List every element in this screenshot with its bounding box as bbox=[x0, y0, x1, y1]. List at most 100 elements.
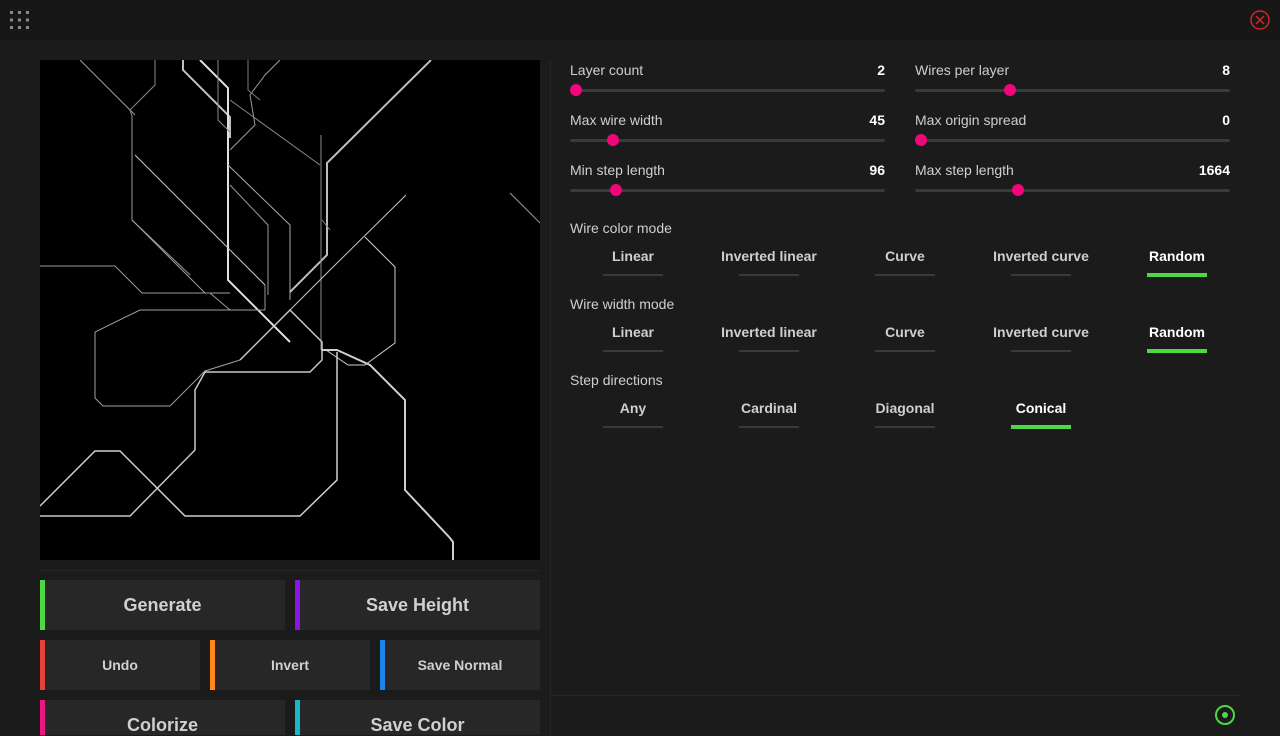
top-bar bbox=[0, 0, 1280, 40]
option-label: Cardinal bbox=[740, 400, 797, 416]
layer-count-label: Layer count bbox=[570, 62, 644, 78]
wire-preview-canvas[interactable] bbox=[39, 59, 541, 560]
max-origin-spread-track[interactable] bbox=[915, 139, 1230, 142]
min-step-length-knob[interactable] bbox=[609, 184, 622, 196]
min-step-length-slider: Min step length 96 bbox=[570, 160, 885, 200]
layer-count-slider: Layer count 2 bbox=[570, 60, 885, 100]
invert-button[interactable]: Invert bbox=[210, 640, 370, 690]
option-underline bbox=[739, 350, 799, 352]
save-height-label: Save Height bbox=[365, 594, 470, 615]
max-origin-spread-label: Max origin spread bbox=[915, 112, 1027, 128]
option-label: Random bbox=[1149, 248, 1205, 264]
max-step-length-value: 1664 bbox=[1198, 162, 1230, 178]
colorize-label: Colorize bbox=[126, 715, 198, 735]
wire-width-mode-inverted-linear[interactable]: Inverted linear bbox=[701, 324, 837, 354]
wire-color-mode-inverted-linear[interactable]: Inverted linear bbox=[701, 248, 837, 278]
layer-count-track[interactable] bbox=[570, 89, 885, 92]
option-underline bbox=[1147, 349, 1207, 353]
min-step-length-label: Min step length bbox=[570, 162, 665, 178]
wire-width-mode-curve[interactable]: Curve bbox=[837, 324, 973, 354]
wire-pattern-image bbox=[39, 59, 541, 560]
max-step-length-label: Max step length bbox=[915, 162, 1014, 178]
max-wire-width-knob[interactable] bbox=[606, 134, 619, 146]
save-normal-button[interactable]: Save Normal bbox=[380, 640, 540, 690]
wire-color-mode-curve[interactable]: Curve bbox=[837, 248, 973, 278]
undo-button[interactable]: Undo bbox=[40, 640, 200, 690]
wires-per-layer-value: 8 bbox=[1222, 62, 1230, 78]
step-directions-label: Step directions bbox=[570, 372, 663, 388]
option-label: Any bbox=[619, 400, 647, 416]
max-wire-width-label: Max wire width bbox=[570, 112, 663, 128]
option-label: Inverted linear bbox=[721, 248, 817, 264]
max-origin-spread-knob[interactable] bbox=[915, 134, 928, 146]
max-wire-width-slider: Max wire width 45 bbox=[570, 110, 885, 150]
grid-icon[interactable] bbox=[10, 10, 30, 30]
max-wire-width-value: 45 bbox=[869, 112, 885, 128]
option-underline bbox=[875, 350, 935, 352]
option-label: Inverted linear bbox=[721, 324, 817, 340]
close-circle-icon[interactable] bbox=[1250, 10, 1270, 30]
undo-label: Undo bbox=[102, 657, 138, 673]
step-directions-conical[interactable]: Conical bbox=[973, 400, 1109, 430]
save-height-button[interactable]: Save Height bbox=[295, 580, 540, 630]
option-underline bbox=[739, 426, 799, 428]
wire-color-mode-label: Wire color mode bbox=[570, 220, 672, 236]
option-underline bbox=[1011, 274, 1071, 276]
option-underline bbox=[603, 350, 663, 352]
option-label: Inverted curve bbox=[993, 324, 1089, 340]
save-color-label: Save Color bbox=[370, 715, 465, 735]
generate-accent-bar bbox=[40, 580, 45, 630]
wire-width-mode-linear[interactable]: Linear bbox=[565, 324, 701, 354]
save-color-button[interactable]: Save Color bbox=[295, 700, 540, 735]
wire-color-mode-linear[interactable]: Linear bbox=[565, 248, 701, 278]
save-normal-label: Save Normal bbox=[417, 657, 503, 673]
option-underline bbox=[1011, 425, 1071, 429]
option-label: Linear bbox=[611, 248, 654, 264]
colorize-accent-bar bbox=[40, 700, 45, 735]
save-normal-accent-bar bbox=[380, 640, 385, 690]
wire-width-mode-label: Wire width mode bbox=[570, 296, 675, 312]
colorize-button[interactable]: Colorize bbox=[40, 700, 285, 735]
layer-count-value: 2 bbox=[877, 62, 885, 78]
option-label: Diagonal bbox=[875, 400, 935, 416]
option-underline bbox=[875, 426, 935, 428]
invert-label: Invert bbox=[270, 657, 310, 673]
min-step-length-value: 96 bbox=[869, 162, 885, 178]
step-directions-cardinal[interactable]: Cardinal bbox=[701, 400, 837, 430]
footer-divider bbox=[551, 695, 1240, 696]
max-step-length-knob[interactable] bbox=[1012, 184, 1024, 196]
wire-width-mode-random[interactable]: Random bbox=[1109, 324, 1245, 354]
invert-accent-bar bbox=[210, 640, 215, 690]
layer-count-knob[interactable] bbox=[570, 84, 583, 96]
max-origin-spread-value: 0 bbox=[1222, 112, 1230, 128]
save-height-accent-bar bbox=[295, 580, 300, 630]
max-origin-spread-slider: Max origin spread 0 bbox=[915, 110, 1230, 150]
option-label: Curve bbox=[885, 248, 925, 264]
option-label: Random bbox=[1149, 324, 1205, 340]
step-directions-any[interactable]: Any bbox=[565, 400, 701, 430]
option-label: Linear bbox=[611, 324, 654, 340]
wire-color-mode-random[interactable]: Random bbox=[1109, 248, 1245, 278]
max-step-length-track[interactable] bbox=[915, 189, 1230, 192]
option-underline bbox=[603, 426, 663, 428]
option-underline bbox=[875, 274, 935, 276]
wire-color-mode-inverted-curve[interactable]: Inverted curve bbox=[973, 248, 1109, 278]
wires-per-layer-slider: Wires per layer 8 bbox=[915, 60, 1230, 100]
wires-per-layer-track[interactable] bbox=[915, 89, 1230, 92]
step-directions-diagonal[interactable]: Diagonal bbox=[837, 400, 973, 430]
max-step-length-slider: Max step length 1664 bbox=[915, 160, 1230, 200]
save-color-accent-bar bbox=[295, 700, 300, 735]
generate-label: Generate bbox=[123, 594, 202, 615]
option-underline bbox=[1147, 273, 1207, 277]
wires-per-layer-label: Wires per layer bbox=[915, 62, 1010, 78]
option-underline bbox=[603, 274, 663, 276]
left-divider bbox=[40, 570, 540, 571]
undo-accent-bar bbox=[40, 640, 45, 690]
option-label: Inverted curve bbox=[993, 248, 1089, 264]
generate-button[interactable]: Generate bbox=[40, 580, 285, 630]
wires-per-layer-knob[interactable] bbox=[1003, 84, 1016, 96]
option-label: Curve bbox=[885, 324, 925, 340]
wire-width-mode-inverted-curve[interactable]: Inverted curve bbox=[973, 324, 1109, 354]
target-icon[interactable] bbox=[1214, 704, 1236, 726]
option-underline bbox=[739, 274, 799, 276]
